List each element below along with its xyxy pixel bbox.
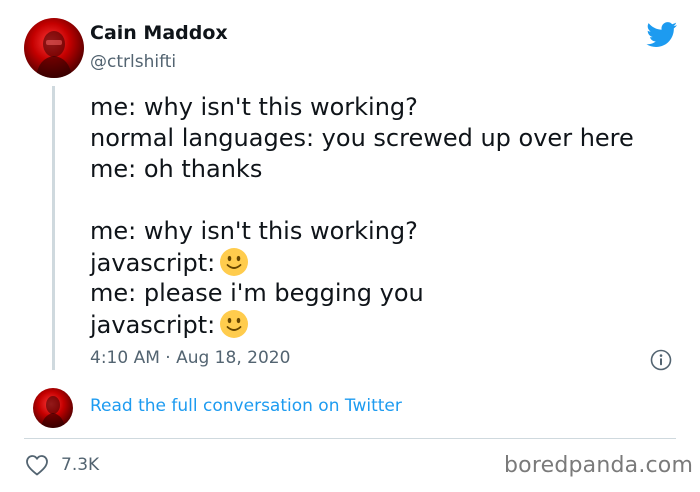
tweet-line: javascript:: [90, 311, 216, 339]
slightly-smiling-face-emoji: [220, 248, 249, 276]
read-full-conversation-link[interactable]: Read the full conversation on Twitter: [90, 396, 402, 416]
tweet-line: normal languages: you screwed up over he…: [90, 124, 634, 152]
tweet-line-with-emoji: javascript:: [90, 309, 634, 340]
tweet-line: me: please i'm begging you: [90, 279, 424, 307]
author-avatar[interactable]: [24, 18, 84, 78]
like-count[interactable]: 7.3K: [61, 455, 99, 475]
tweet-line: me: why isn't this working?: [90, 217, 418, 245]
twitter-bird-icon[interactable]: [646, 22, 678, 48]
author-handle[interactable]: @ctrlshifti: [90, 52, 176, 72]
tweet-line-with-emoji: javascript:: [90, 247, 634, 278]
tweet-line: javascript:: [90, 249, 216, 277]
tweet-line: me: oh thanks: [90, 155, 263, 183]
slightly-smiling-face-emoji: [220, 310, 249, 338]
tweet-line: me: why isn't this working?: [90, 93, 418, 121]
thread-connector-line: [52, 86, 55, 370]
author-avatar-small[interactable]: [33, 388, 73, 428]
tweet-body: me: why isn't this working? normal langu…: [90, 92, 634, 340]
divider: [24, 438, 676, 439]
watermark: boredpanda.com: [504, 453, 694, 478]
tweet-timestamp[interactable]: 4:10 AM · Aug 18, 2020: [90, 348, 290, 368]
heart-icon[interactable]: [25, 454, 49, 476]
info-icon[interactable]: [650, 349, 672, 371]
author-display-name[interactable]: Cain Maddox: [90, 22, 228, 44]
